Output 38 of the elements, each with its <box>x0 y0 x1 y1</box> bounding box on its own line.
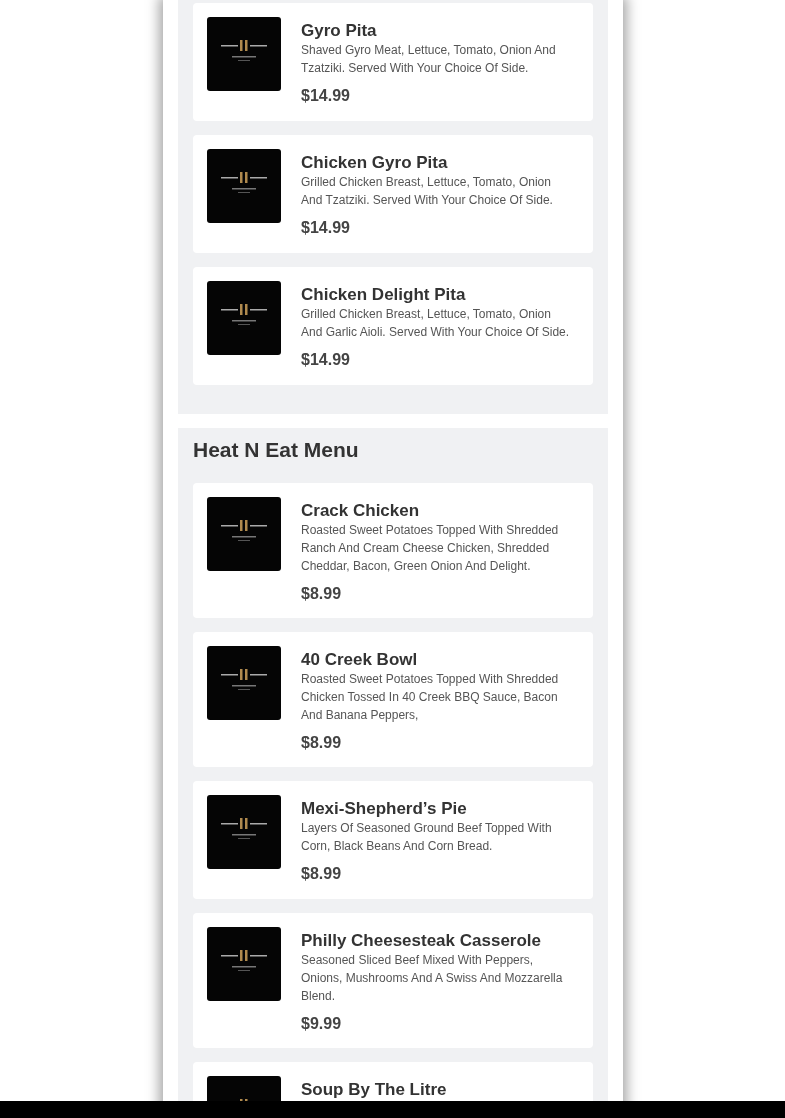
menu-item-card[interactable]: Crack Chicken Roasted Sweet Potatoes Topped With Shredded Ranch And Cream Cheese Chicken, Shredded Cheddar, Bacon, Green Onion And Delight. $8.99 <box>193 483 593 618</box>
logo-icon <box>207 17 281 91</box>
item-description: Layers Of Seasoned Ground Beef Topped With Corn, Black Beans And Corn Bread. <box>301 820 553 855</box>
logo-icon <box>207 497 281 571</box>
menu-item-card[interactable]: Gyro Pita Shaved Gyro Meat, Lettuce, Tomato, Onion And Tzatziki. Served With Your Choice Of Side. $14.99 <box>193 3 593 121</box>
item-price: $8.99 <box>301 733 343 753</box>
item-description: Grilled Chicken Breast, Lettuce, Tomato, Onion And Tzatziki. Served With Your Choice Of Side. <box>301 174 554 209</box>
logo-icon <box>207 149 281 223</box>
item-name: Philly Cheesesteak Casserole <box>301 931 543 951</box>
item-price: $14.99 <box>301 86 351 106</box>
item-description: Grilled Chicken Breast, Lettuce, Tomato, Onion And Garlic Aioli. Served With Your Choice Of Side. <box>301 306 571 341</box>
item-name: Crack Chicken <box>301 501 421 521</box>
item-description: Shaved Gyro Meat, Lettuce, Tomato, Onion And Tzatziki. Served With Your Choice Of Side. <box>301 42 557 77</box>
logo-icon <box>207 281 281 355</box>
item-price: $14.99 <box>301 218 351 238</box>
menu-item-card[interactable]: Soup By The Litre <box>193 1062 593 1101</box>
item-name: Soup By The Litre <box>301 1080 447 1100</box>
item-name: Chicken Gyro Pita <box>301 153 449 173</box>
item-price: $8.99 <box>301 864 343 884</box>
menu-item-card[interactable]: Mexi-Shepherd’s Pie Layers Of Seasoned Ground Beef Topped With Corn, Black Beans And Corn Bread. $8.99 <box>193 781 593 899</box>
item-name: 40 Creek Bowl <box>301 650 419 670</box>
menu-item-card[interactable]: Chicken Delight Pita Grilled Chicken Breast, Lettuce, Tomato, Onion And Garlic Aioli. Served With Your Choice Of Side. $14.99 <box>193 267 593 385</box>
logo-icon <box>207 927 281 1001</box>
item-price: $9.99 <box>301 1014 343 1034</box>
menu-item-card[interactable]: Chicken Gyro Pita Grilled Chicken Breast, Lettuce, Tomato, Onion And Tzatziki. Served With Your Choice Of Side. $14.99 <box>193 135 593 253</box>
item-price: $14.99 <box>301 350 351 370</box>
item-description: Seasoned Sliced Beef Mixed With Peppers, Onions, Mushrooms And A Swiss And Mozzarella Blend. <box>301 952 564 1005</box>
logo-icon <box>207 795 281 869</box>
item-price: $8.99 <box>301 584 343 604</box>
menu-item-card[interactable]: Philly Cheesesteak Casserole Seasoned Sliced Beef Mixed With Peppers, Onions, Mushrooms And A Swiss And Mozzarella Blend. $9.99 <box>193 913 593 1048</box>
item-description: Roasted Sweet Potatoes Topped With Shredded Ranch And Cream Cheese Chicken, Shredded Cheddar, Bacon, Green Onion And Delight. <box>301 522 560 575</box>
item-name: Gyro Pita <box>301 21 378 41</box>
item-description: Roasted Sweet Potatoes Topped With Shredded Chicken Tossed In 40 Creek BBQ Sauce, Bacon And Banana Peppers, <box>301 671 560 724</box>
logo-icon <box>207 646 281 720</box>
item-name: Chicken Delight Pita <box>301 285 467 305</box>
menu-item-card[interactable]: 40 Creek Bowl Roasted Sweet Potatoes Topped With Shredded Chicken Tossed In 40 Creek BBQ Sauce, Bacon And Banana Peppers, $8.99 <box>193 632 593 767</box>
section-heading: Heat N Eat Menu <box>193 437 360 463</box>
item-name: Mexi-Shepherd’s Pie <box>301 799 468 819</box>
